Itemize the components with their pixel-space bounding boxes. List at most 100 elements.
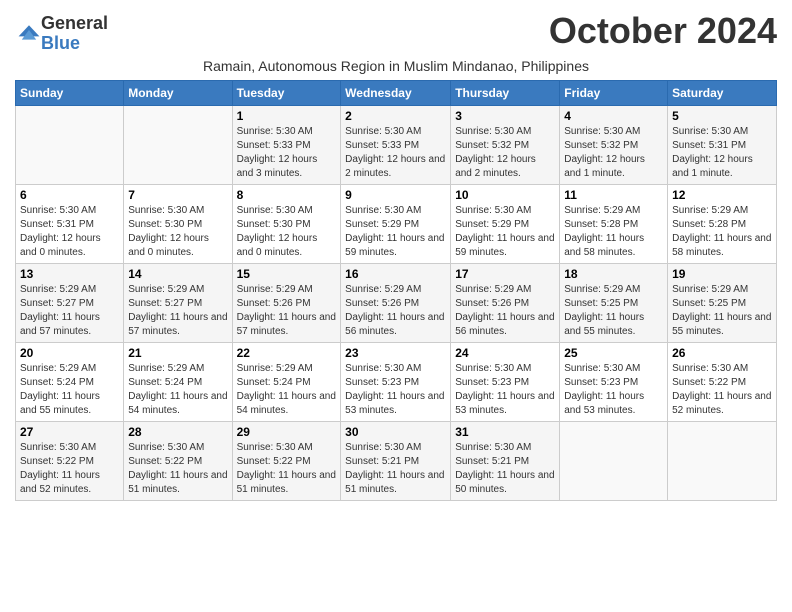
calendar-week-row: 20 Sunrise: 5:29 AM Sunset: 5:24 PM Dayli… xyxy=(16,342,777,421)
calendar-cell: 27Sunrise: 5:30 AM Sunset: 5:22 PM Dayli… xyxy=(16,421,124,500)
day-number: 16 xyxy=(345,267,446,281)
weekday-header: Saturday xyxy=(668,80,777,105)
weekday-header: Tuesday xyxy=(232,80,341,105)
day-info: Sunrise: 5:30 AM Sunset: 5:31 PM Dayligh… xyxy=(20,204,119,260)
calendar-cell: 3 Sunrise: 5:30 AM Sunset: 5:32 PM Daylig… xyxy=(451,105,560,184)
day-number: 22 xyxy=(237,346,337,360)
day-number: 13 xyxy=(20,267,119,281)
calendar-cell: 6 Sunrise: 5:30 AM Sunset: 5:31 PM Daylig… xyxy=(16,184,124,263)
day-number: 10 xyxy=(455,188,555,202)
calendar-cell: 26 Sunrise: 5:30 AM Sunset: 5:22 PM Dayli… xyxy=(668,342,777,421)
calendar-cell: 15Sunrise: 5:29 AM Sunset: 5:26 PM Dayli… xyxy=(232,263,341,342)
calendar-cell: 8 Sunrise: 5:30 AM Sunset: 5:30 PM Daylig… xyxy=(232,184,341,263)
day-info: Sunrise: 5:30 AM Sunset: 5:21 PM Dayligh… xyxy=(455,441,555,497)
calendar-cell: 19Sunrise: 5:29 AM Sunset: 5:25 PM Dayli… xyxy=(668,263,777,342)
calendar-header-row: SundayMondayTuesdayWednesdayThursdayFrid… xyxy=(16,80,777,105)
day-number: 3 xyxy=(455,109,555,123)
calendar-week-row: 27Sunrise: 5:30 AM Sunset: 5:22 PM Dayli… xyxy=(16,421,777,500)
calendar-cell: 5 Sunrise: 5:30 AM Sunset: 5:31 PM Daylig… xyxy=(668,105,777,184)
day-info: Sunrise: 5:29 AM Sunset: 5:28 PM Dayligh… xyxy=(672,204,772,260)
day-info: Sunrise: 5:30 AM Sunset: 5:32 PM Dayligh… xyxy=(455,125,555,181)
calendar-cell: 4 Sunrise: 5:30 AM Sunset: 5:32 PM Daylig… xyxy=(560,105,668,184)
day-number: 14 xyxy=(128,267,227,281)
day-number: 2 xyxy=(345,109,446,123)
calendar-cell: 31 Sunrise: 5:30 AM Sunset: 5:21 PM Dayli… xyxy=(451,421,560,500)
day-number: 12 xyxy=(672,188,772,202)
day-info: Sunrise: 5:30 AM Sunset: 5:32 PM Dayligh… xyxy=(564,125,663,181)
calendar-cell xyxy=(124,105,232,184)
day-number: 17 xyxy=(455,267,555,281)
day-number: 24 xyxy=(455,346,555,360)
day-number: 23 xyxy=(345,346,446,360)
month-title: October 2024 xyxy=(549,10,777,52)
day-number: 4 xyxy=(564,109,663,123)
calendar-cell: 14 Sunrise: 5:29 AM Sunset: 5:27 PM Dayli… xyxy=(124,263,232,342)
day-number: 18 xyxy=(564,267,663,281)
day-number: 28 xyxy=(128,425,227,439)
day-number: 25 xyxy=(564,346,663,360)
calendar-cell: 21 Sunrise: 5:29 AM Sunset: 5:24 PM Dayli… xyxy=(124,342,232,421)
calendar-cell: 25 Sunrise: 5:30 AM Sunset: 5:23 PM Dayli… xyxy=(560,342,668,421)
day-info: Sunrise: 5:30 AM Sunset: 5:22 PM Dayligh… xyxy=(128,441,227,497)
calendar-cell: 17Sunrise: 5:29 AM Sunset: 5:26 PM Dayli… xyxy=(451,263,560,342)
day-info: Sunrise: 5:30 AM Sunset: 5:22 PM Dayligh… xyxy=(672,362,772,418)
day-info: Sunrise: 5:30 AM Sunset: 5:22 PM Dayligh… xyxy=(20,441,119,497)
day-number: 21 xyxy=(128,346,227,360)
day-info: Sunrise: 5:29 AM Sunset: 5:24 PM Dayligh… xyxy=(128,362,227,418)
day-info: Sunrise: 5:30 AM Sunset: 5:23 PM Dayligh… xyxy=(345,362,446,418)
day-info: Sunrise: 5:29 AM Sunset: 5:24 PM Dayligh… xyxy=(237,362,337,418)
logo: General Blue xyxy=(15,14,108,54)
logo-icon xyxy=(17,22,41,46)
day-info: Sunrise: 5:29 AM Sunset: 5:24 PM Dayligh… xyxy=(20,362,119,418)
day-info: Sunrise: 5:30 AM Sunset: 5:33 PM Dayligh… xyxy=(345,125,446,181)
calendar-cell: 29 Sunrise: 5:30 AM Sunset: 5:22 PM Dayli… xyxy=(232,421,341,500)
day-number: 26 xyxy=(672,346,772,360)
calendar-cell: 24 Sunrise: 5:30 AM Sunset: 5:23 PM Dayli… xyxy=(451,342,560,421)
calendar-week-row: 13 Sunrise: 5:29 AM Sunset: 5:27 PM Dayli… xyxy=(16,263,777,342)
day-number: 31 xyxy=(455,425,555,439)
day-number: 5 xyxy=(672,109,772,123)
calendar-cell xyxy=(668,421,777,500)
weekday-header: Sunday xyxy=(16,80,124,105)
page-header: General Blue October 2024 xyxy=(15,10,777,54)
day-number: 29 xyxy=(237,425,337,439)
calendar-cell: 22 Sunrise: 5:29 AM Sunset: 5:24 PM Dayli… xyxy=(232,342,341,421)
day-info: Sunrise: 5:30 AM Sunset: 5:30 PM Dayligh… xyxy=(128,204,227,260)
day-number: 20 xyxy=(20,346,119,360)
calendar-cell xyxy=(16,105,124,184)
day-info: Sunrise: 5:30 AM Sunset: 5:21 PM Dayligh… xyxy=(345,441,446,497)
day-info: Sunrise: 5:30 AM Sunset: 5:30 PM Dayligh… xyxy=(237,204,337,260)
calendar-cell: 2 Sunrise: 5:30 AM Sunset: 5:33 PM Daylig… xyxy=(341,105,451,184)
calendar-table: SundayMondayTuesdayWednesdayThursdayFrid… xyxy=(15,80,777,501)
day-info: Sunrise: 5:30 AM Sunset: 5:22 PM Dayligh… xyxy=(237,441,337,497)
calendar-cell: 1Sunrise: 5:30 AM Sunset: 5:33 PM Daylig… xyxy=(232,105,341,184)
day-number: 15 xyxy=(237,267,337,281)
calendar-cell: 28 Sunrise: 5:30 AM Sunset: 5:22 PM Dayli… xyxy=(124,421,232,500)
day-info: Sunrise: 5:30 AM Sunset: 5:29 PM Dayligh… xyxy=(345,204,446,260)
calendar-cell xyxy=(560,421,668,500)
day-info: Sunrise: 5:29 AM Sunset: 5:26 PM Dayligh… xyxy=(345,283,446,339)
calendar-cell: 10Sunrise: 5:30 AM Sunset: 5:29 PM Dayli… xyxy=(451,184,560,263)
day-number: 7 xyxy=(128,188,227,202)
day-info: Sunrise: 5:30 AM Sunset: 5:33 PM Dayligh… xyxy=(237,125,337,181)
weekday-header: Monday xyxy=(124,80,232,105)
day-info: Sunrise: 5:29 AM Sunset: 5:28 PM Dayligh… xyxy=(564,204,663,260)
weekday-header: Friday xyxy=(560,80,668,105)
calendar-cell: 13Sunrise: 5:29 AM Sunset: 5:27 PM Dayli… xyxy=(16,263,124,342)
day-number: 9 xyxy=(345,188,446,202)
calendar-week-row: 6 Sunrise: 5:30 AM Sunset: 5:31 PM Daylig… xyxy=(16,184,777,263)
day-info: Sunrise: 5:29 AM Sunset: 5:25 PM Dayligh… xyxy=(672,283,772,339)
day-number: 8 xyxy=(237,188,337,202)
calendar-cell: 16 Sunrise: 5:29 AM Sunset: 5:26 PM Dayli… xyxy=(341,263,451,342)
day-number: 6 xyxy=(20,188,119,202)
day-info: Sunrise: 5:29 AM Sunset: 5:25 PM Dayligh… xyxy=(564,283,663,339)
day-info: Sunrise: 5:30 AM Sunset: 5:23 PM Dayligh… xyxy=(455,362,555,418)
calendar-cell: 12 Sunrise: 5:29 AM Sunset: 5:28 PM Dayli… xyxy=(668,184,777,263)
calendar-cell: 23 Sunrise: 5:30 AM Sunset: 5:23 PM Dayli… xyxy=(341,342,451,421)
calendar-cell: 9 Sunrise: 5:30 AM Sunset: 5:29 PM Daylig… xyxy=(341,184,451,263)
calendar-cell: 18 Sunrise: 5:29 AM Sunset: 5:25 PM Dayli… xyxy=(560,263,668,342)
day-info: Sunrise: 5:30 AM Sunset: 5:23 PM Dayligh… xyxy=(564,362,663,418)
calendar-cell: 7 Sunrise: 5:30 AM Sunset: 5:30 PM Daylig… xyxy=(124,184,232,263)
day-info: Sunrise: 5:29 AM Sunset: 5:27 PM Dayligh… xyxy=(128,283,227,339)
day-info: Sunrise: 5:30 AM Sunset: 5:31 PM Dayligh… xyxy=(672,125,772,181)
